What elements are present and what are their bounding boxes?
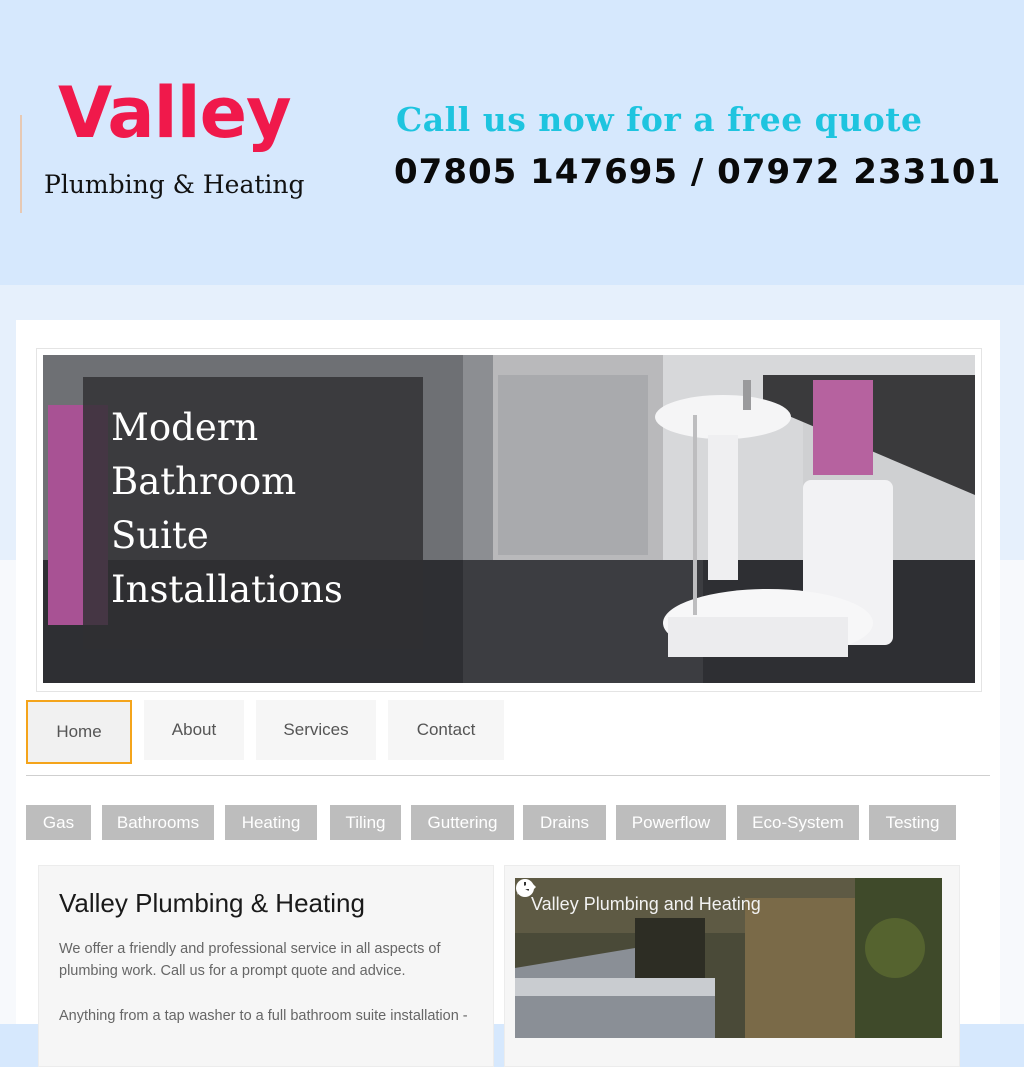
about-paragraph-1: We offer a friendly and professional ser…: [59, 941, 441, 979]
logo-divider: [20, 115, 22, 213]
service-eco-system[interactable]: Eco-System: [737, 805, 859, 840]
nav-about[interactable]: About: [144, 700, 244, 760]
nav-contact[interactable]: Contact: [388, 700, 504, 760]
caption-line-4: Installations: [111, 568, 343, 611]
service-heating[interactable]: Heating: [225, 805, 317, 840]
service-guttering[interactable]: Guttering: [411, 805, 514, 840]
service-powerflow[interactable]: Powerflow: [616, 805, 726, 840]
caption-line-2: Bathroom: [111, 460, 297, 503]
bathroom-photo: Modern Bathroom Suite Installations: [43, 355, 975, 683]
service-gas[interactable]: Gas: [26, 805, 91, 840]
about-card: Valley Plumbing & Heating We offer a fri…: [38, 865, 494, 1067]
call-to-action: Call us now for a free quote: [396, 100, 923, 139]
share-icon[interactable]: [515, 878, 537, 898]
nav-home[interactable]: Home: [26, 700, 132, 764]
nav-services[interactable]: Services: [256, 700, 376, 760]
service-drains[interactable]: Drains: [523, 805, 606, 840]
service-tiling[interactable]: Tiling: [330, 805, 401, 840]
logo-title[interactable]: Valley: [58, 72, 292, 154]
caption-line-1: Modern: [111, 406, 259, 449]
video-card: Valley Plumbing and Heating: [504, 865, 960, 1067]
site-header: Valley Plumbing & Heating Call us now fo…: [0, 0, 1024, 285]
caption-line-3: Suite: [111, 514, 209, 557]
hero-banner: Modern Bathroom Suite Installations: [36, 348, 982, 692]
video-title: Valley Plumbing and Heating: [531, 894, 761, 914]
nav-divider: [26, 775, 990, 776]
logo-subtitle: Plumbing & Heating: [44, 170, 305, 199]
about-title: Valley Plumbing & Heating: [59, 888, 365, 918]
content-panel: Modern Bathroom Suite Installations Home…: [16, 320, 1000, 1067]
service-bathrooms[interactable]: Bathrooms: [102, 805, 214, 840]
hero-caption-box: Modern Bathroom Suite Installations: [83, 377, 423, 649]
hero-caption: Modern Bathroom Suite Installations: [111, 401, 411, 617]
video-player[interactable]: Valley Plumbing and Heating: [515, 878, 942, 1038]
phone-numbers: 07805 147695 / 07972 233101: [394, 152, 1002, 192]
service-testing[interactable]: Testing: [869, 805, 956, 840]
